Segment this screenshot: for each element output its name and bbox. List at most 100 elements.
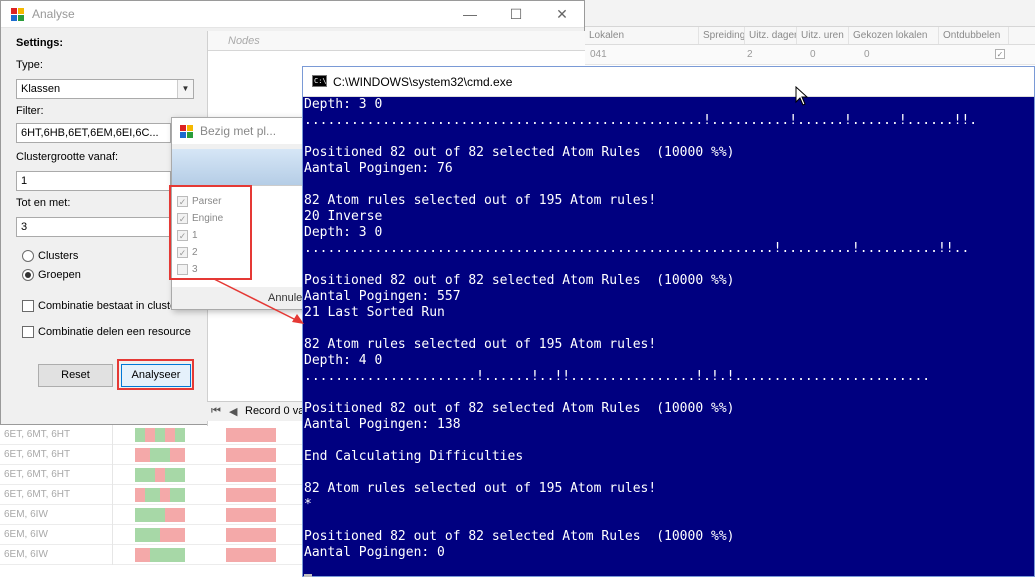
checkbox-label: Combinatie bestaat in cluster: [38, 300, 180, 312]
console-icon: C:\: [312, 75, 327, 87]
chevron-down-icon[interactable]: ▼: [177, 80, 193, 98]
cell-uitz-dagen: 0: [810, 49, 816, 60]
highlight-analyse-button: [117, 359, 194, 390]
table-row[interactable]: 6ET, 6MT, 6HT: [0, 445, 304, 465]
console-line: 20 Inverse: [304, 209, 383, 224]
console-line: 82 Atom rules selected out of 195 Atom r…: [304, 337, 657, 352]
record-navigator: ⏮ ◀ Record 0 va: [207, 401, 307, 421]
check-combinatie-cluster[interactable]: Combinatie bestaat in cluster: [22, 300, 180, 312]
heat-cell: [226, 488, 276, 502]
heat-cell: [135, 428, 185, 442]
console-line: Depth: 3 0: [304, 97, 383, 112]
console-line: *: [304, 497, 312, 512]
console-line: 82 Atom rules selected out of 195 Atom r…: [304, 481, 657, 496]
progress-titlebar[interactable]: Bezig met pl...: [172, 118, 304, 144]
filter-label: Filter:: [16, 105, 44, 117]
row-text: 6EM, 6IW: [4, 509, 48, 520]
cluster-from-input[interactable]: 1: [16, 171, 171, 191]
checkbox[interactable]: [22, 326, 34, 338]
nodes-header: Nodes: [208, 31, 585, 51]
column-header[interactable]: Lokalen: [585, 27, 699, 44]
reset-button[interactable]: Reset: [38, 364, 113, 387]
cmd-titlebar[interactable]: C:\ C:\WINDOWS\system32\cmd.exe: [303, 67, 1034, 97]
column-header[interactable]: Ontdubbelen: [939, 27, 1009, 44]
radio-button[interactable]: [22, 269, 34, 281]
progress-banner: [172, 149, 306, 185]
console-output[interactable]: Depth: 3 0 .............................…: [303, 97, 1035, 577]
radio-clusters[interactable]: Clusters: [22, 250, 78, 262]
cell-spreiding: 2: [747, 49, 753, 60]
app-icon: [11, 8, 24, 21]
type-select[interactable]: Klassen ▼: [16, 79, 194, 99]
row-text: 6ET, 6MT, 6HT: [4, 449, 71, 460]
heat-cell: [135, 508, 185, 522]
console-line: Positioned 82 out of 82 selected Atom Ru…: [304, 145, 735, 160]
ontdubbelen-checkbox[interactable]: ✓: [995, 49, 1005, 59]
progress-title: Bezig met pl...: [200, 124, 277, 138]
table-row[interactable]: 6ET, 6MT, 6HT: [0, 425, 304, 445]
minimize-icon[interactable]: —: [447, 1, 493, 27]
filter-input[interactable]: 6HT,6HB,6ET,6EM,6EI,6C...: [16, 123, 171, 143]
maximize-icon[interactable]: ☐: [493, 1, 539, 27]
table-row[interactable]: 6EM, 6IW: [0, 505, 304, 525]
app-icon: [180, 125, 193, 138]
heat-cell: [135, 488, 185, 502]
table-row[interactable]: 6ET, 6MT, 6HT: [0, 485, 304, 505]
console-line: End Calculating Difficulties: [304, 449, 524, 464]
console-line: Positioned 82 out of 82 selected Atom Ru…: [304, 273, 735, 288]
console-line: Aantal Pogingen: 557: [304, 289, 461, 304]
radio-label: Clusters: [38, 250, 79, 262]
table-row[interactable]: 6ET, 6MT, 6HT: [0, 465, 304, 485]
background-grid-header: Lokalen Spreiding Uitz. dagen Uitz. uren…: [585, 27, 1035, 45]
column-header[interactable]: Gekozen lokalen: [849, 27, 939, 44]
row-text: 6EM, 6IW: [4, 549, 48, 560]
console-line: Positioned 82 out of 82 selected Atom Ru…: [304, 529, 735, 544]
radio-button[interactable]: [22, 250, 34, 262]
cmd-window: C:\ C:\WINDOWS\system32\cmd.exe Depth: 3…: [302, 66, 1035, 577]
cancel-button[interactable]: Annule: [268, 288, 306, 308]
previous-record-icon[interactable]: ◀: [229, 405, 237, 418]
console-line: ........................................…: [304, 241, 970, 256]
first-record-icon[interactable]: ⏮: [211, 405, 221, 418]
row-text: 6ET, 6MT, 6HT: [4, 489, 71, 500]
analyse-titlebar[interactable]: Analyse — ☐ ✕: [1, 1, 584, 28]
checkbox[interactable]: [22, 300, 34, 312]
table-row[interactable]: 6EM, 6IW: [0, 545, 304, 565]
heat-cell: [135, 548, 185, 562]
cmd-title: C:\WINDOWS\system32\cmd.exe: [333, 75, 513, 89]
check-combinatie-resource[interactable]: Combinatie delen een resource: [22, 326, 191, 338]
column-header[interactable]: Uitz. uren: [797, 27, 849, 44]
cluster-from-label: Clustergrootte vanaf:: [16, 151, 119, 163]
table-row[interactable]: 6EM, 6IW: [0, 525, 304, 545]
console-line: 82 Atom rules selected out of 195 Atom r…: [304, 193, 657, 208]
heat-cell: [226, 428, 276, 442]
checkbox-label: Combinatie delen een resource: [38, 326, 191, 338]
radio-groepen[interactable]: Groepen: [22, 269, 81, 281]
window-title: Analyse: [32, 7, 75, 21]
background-lower-grid: 6ET, 6MT, 6HT 6ET, 6MT, 6HT 6ET, 6MT, 6H…: [0, 425, 304, 577]
record-label: Record 0 va: [245, 405, 305, 417]
cluster-to-input[interactable]: 3: [16, 217, 171, 237]
column-header[interactable]: Spreiding: [699, 27, 745, 44]
row-text: 6ET, 6MT, 6HT: [4, 429, 71, 440]
heat-cell: [226, 548, 276, 562]
type-label: Type:: [16, 59, 43, 71]
column-header[interactable]: Uitz. dagen: [745, 27, 797, 44]
heat-cell: [226, 468, 276, 482]
console-line: ......................!......!..!!......…: [304, 369, 931, 384]
cell-uitz-uren: 0: [864, 49, 870, 60]
close-icon[interactable]: ✕: [539, 1, 585, 27]
heat-cell: [226, 508, 276, 522]
heat-cell: [135, 448, 185, 462]
table-row[interactable]: 041 2 0 0 ✓: [585, 45, 1035, 65]
console-line: Positioned 82 out of 82 selected Atom Ru…: [304, 401, 735, 416]
console-line: ........................................…: [304, 113, 978, 128]
background-toolbar: [585, 0, 1035, 27]
